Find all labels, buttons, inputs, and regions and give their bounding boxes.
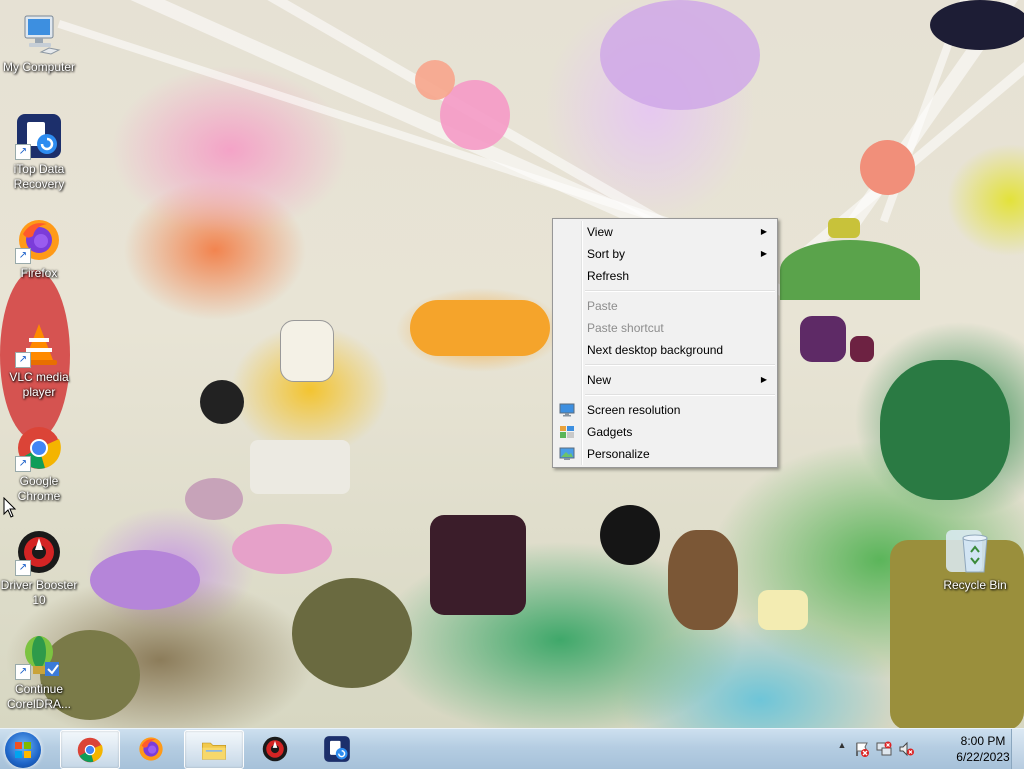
submenu-arrow-icon: ▶: [760, 227, 767, 236]
taskbar: ▲ 8:00 PM 6/22/2023: [0, 728, 1024, 769]
menu-item-view[interactable]: View ▶: [553, 221, 777, 243]
desktop-icon-label: VLC media player: [9, 370, 69, 399]
submenu-arrow-icon: ▶: [760, 249, 767, 258]
desktop-icon-label: Recycle Bin: [943, 578, 1007, 592]
windows-logo-icon: [15, 742, 31, 758]
itop-data-recovery-icon: [324, 736, 350, 762]
system-tray: ▲ 8:00 PM 6/22/2023: [834, 729, 1024, 769]
show-desktop-button[interactable]: [1011, 729, 1024, 769]
menu-item-label: View: [587, 225, 613, 239]
desktop-context-menu: View ▶ Sort by ▶ Refresh Paste Paste short…: [552, 218, 778, 468]
menu-item-next-desktop-background[interactable]: Next desktop background: [553, 339, 777, 361]
driver-booster-icon: [262, 736, 288, 762]
menu-item-refresh[interactable]: Refresh: [553, 265, 777, 287]
desktop-wallpaper[interactable]: My Computer ↗ iTop Data Recovery ↗ Firef…: [0, 0, 1024, 728]
menu-item-label: Gadgets: [587, 425, 633, 439]
file-explorer-icon: [202, 742, 226, 760]
submenu-arrow-icon: ▶: [760, 375, 767, 384]
gadgets-icon: [560, 426, 574, 438]
start-button[interactable]: [5, 732, 41, 768]
menu-item-paste-shortcut[interactable]: Paste shortcut: [553, 317, 777, 339]
desktop-icon-label: iTop Data Recovery: [13, 162, 65, 191]
menu-item-personalize[interactable]: Personalize: [553, 443, 777, 465]
firefox-icon: ↗: [15, 216, 63, 264]
menu-item-paste[interactable]: Paste: [553, 295, 777, 317]
network-icon[interactable]: [876, 741, 892, 757]
driver-booster-icon: ↗: [15, 528, 63, 576]
itop-data-recovery-icon: ↗: [15, 112, 63, 160]
menu-separator: [585, 364, 775, 366]
menu-item-label: New: [587, 373, 612, 387]
menu-item-label: Screen resolution: [587, 403, 681, 417]
menu-item-label: Next desktop background: [587, 343, 724, 357]
desktop-icon-driver-booster[interactable]: ↗ Driver Booster 10: [0, 528, 78, 608]
desktop-icon-itop-data-recovery[interactable]: ↗ iTop Data Recovery: [0, 112, 78, 192]
desktop-icon-label: Driver Booster 10: [0, 578, 78, 607]
menu-separator: [585, 290, 775, 292]
volume-muted-icon[interactable]: [898, 741, 914, 757]
clock-time: 8:00 PM: [960, 734, 1006, 748]
menu-item-gadgets[interactable]: Gadgets: [553, 421, 777, 443]
desktop-icon-label: My Computer: [2, 60, 76, 74]
chrome-icon: [77, 737, 103, 763]
action-center-flag-icon[interactable]: [854, 741, 870, 757]
desktop-icon-label: Continue CorelDRA...: [6, 682, 71, 711]
menu-item-label: Personalize: [587, 447, 650, 461]
mouse-cursor-icon: [3, 497, 17, 518]
desktop-icon-google-chrome[interactable]: ↗ Google Chrome: [0, 424, 78, 504]
vlc-icon: ↗: [15, 320, 63, 368]
desktop-icon-vlc[interactable]: ↗ VLC media player: [0, 320, 78, 400]
taskbar-button-driver-booster[interactable]: [246, 730, 304, 767]
coreldraw-icon: ↗: [15, 632, 63, 680]
menu-separator: [585, 394, 775, 396]
taskbar-button-file-explorer[interactable]: [184, 730, 244, 769]
clock-date: 6/22/2023: [956, 750, 1010, 764]
desktop-icon-firefox[interactable]: ↗ Firefox: [0, 216, 78, 281]
menu-item-sort-by[interactable]: Sort by ▶: [553, 243, 777, 265]
computer-icon: [15, 10, 63, 58]
personalize-icon: [559, 447, 575, 460]
clock[interactable]: 8:00 PM 6/22/2023: [952, 733, 1014, 765]
menu-item-screen-resolution[interactable]: Screen resolution: [553, 399, 777, 421]
desktop-icon-recycle-bin[interactable]: Recycle Bin: [936, 528, 1014, 593]
menu-item-label: Refresh: [587, 269, 630, 283]
chrome-icon: ↗: [15, 424, 63, 472]
taskbar-button-itop-data-recovery[interactable]: [308, 730, 366, 767]
menu-item-label: Paste shortcut: [587, 321, 664, 335]
recycle-bin-icon: [951, 528, 999, 576]
taskbar-button-firefox[interactable]: [122, 730, 180, 767]
screen-resolution-icon: [559, 403, 575, 417]
show-hidden-icons-chevron-icon[interactable]: ▲: [834, 740, 850, 756]
menu-item-label: Paste: [587, 299, 618, 313]
menu-item-new[interactable]: New ▶: [553, 369, 777, 391]
menu-item-label: Sort by: [587, 247, 626, 261]
desktop-icon-my-computer[interactable]: My Computer: [0, 10, 78, 75]
desktop-icon-coreldraw[interactable]: ↗ Continue CorelDRA...: [0, 632, 78, 712]
taskbar-button-chrome[interactable]: [60, 730, 120, 769]
desktop-icon-label: Firefox: [20, 266, 58, 280]
firefox-icon: [139, 737, 163, 761]
